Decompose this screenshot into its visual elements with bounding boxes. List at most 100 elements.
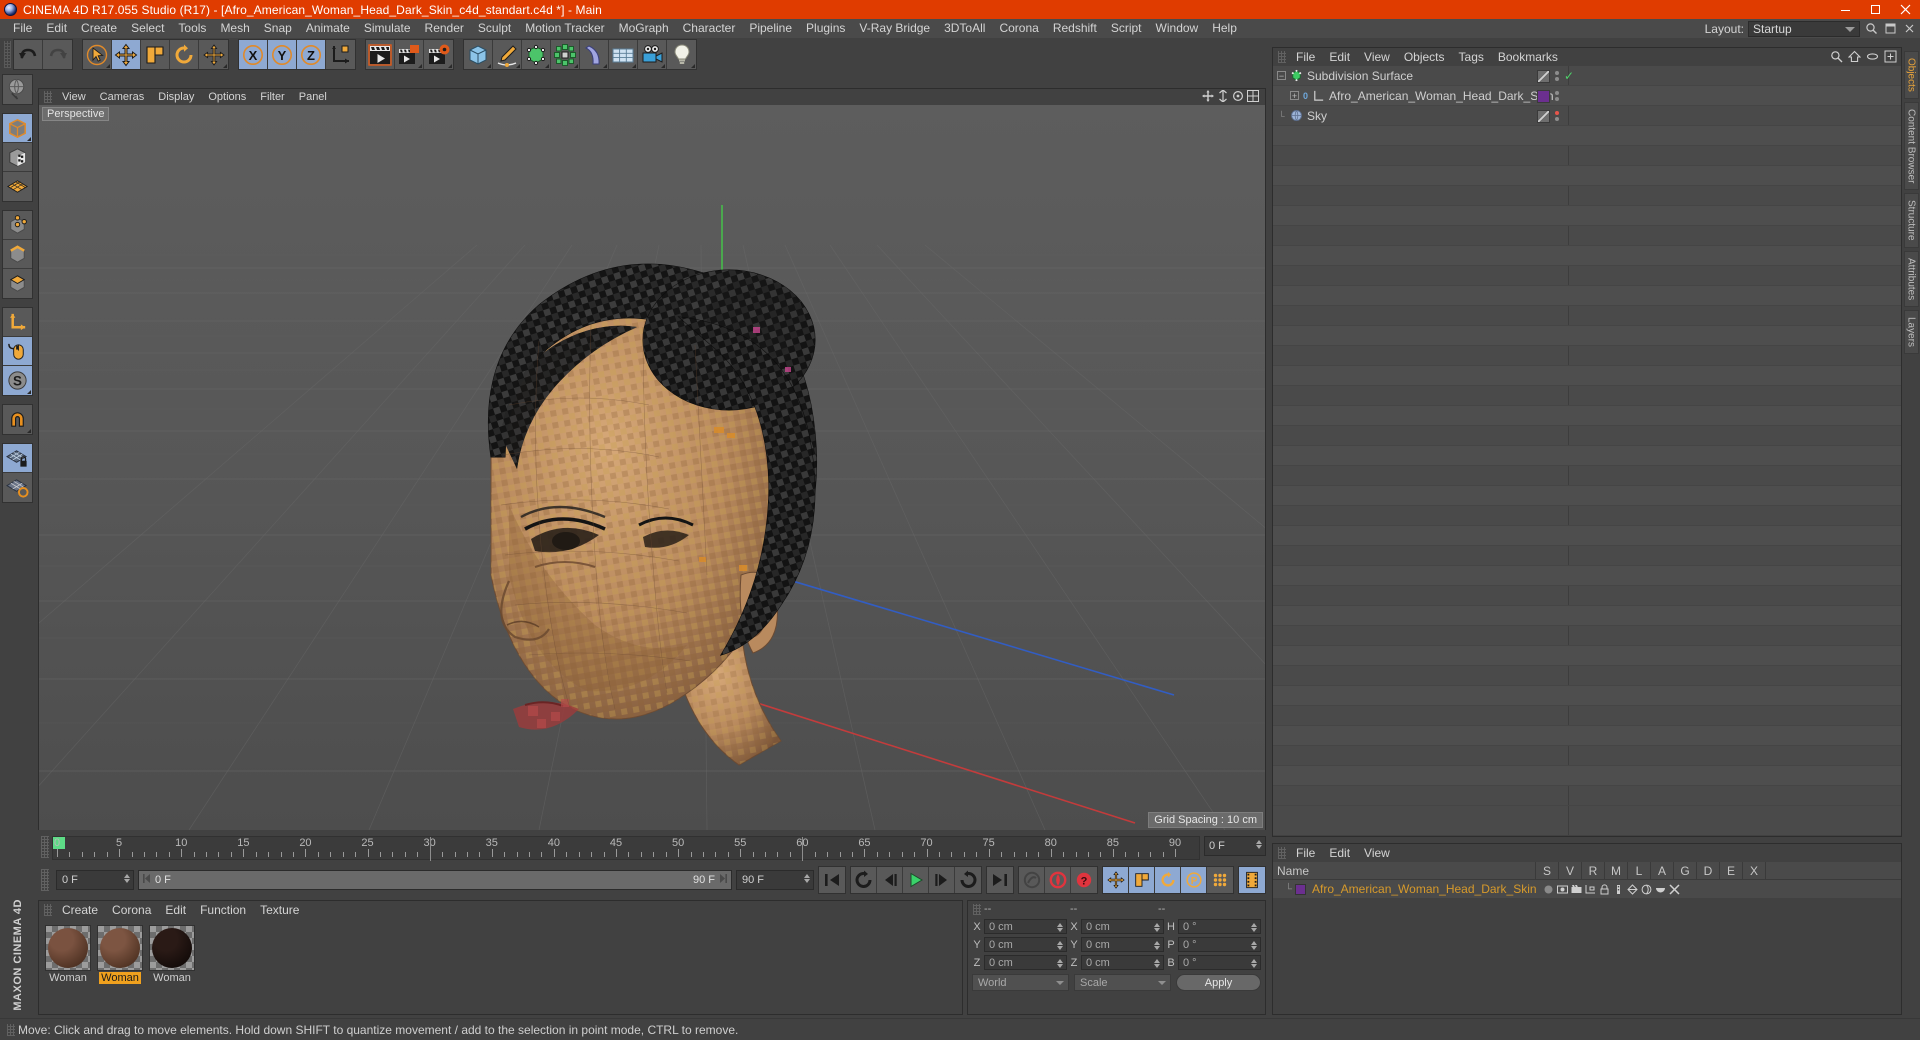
material-item[interactable]: Woman (45, 925, 91, 984)
menu-item-help[interactable]: Help (1205, 19, 1244, 38)
scale-tool-button[interactable] (141, 40, 170, 69)
coordinate-spinner[interactable] (1057, 959, 1063, 968)
menu-item-function[interactable]: Function (193, 901, 253, 919)
timeline-button[interactable] (1239, 867, 1265, 893)
play-forwards-button[interactable] (903, 867, 929, 893)
object-row[interactable]: └ Sky (1273, 106, 1901, 126)
coordinate-field-position[interactable]: 0 cm (984, 955, 1067, 970)
material-thumbnail[interactable] (45, 925, 91, 971)
menu-item-options[interactable]: Options (201, 89, 253, 105)
restore-layout-icon[interactable] (1883, 21, 1898, 36)
current-frame-field[interactable]: 0 F (56, 870, 134, 890)
menu-item-snap[interactable]: Snap (257, 19, 299, 38)
menu-item-edit[interactable]: Edit (1322, 48, 1357, 66)
menu-item-script[interactable]: Script (1104, 19, 1149, 38)
menu-item-redshift[interactable]: Redshift (1046, 19, 1104, 38)
side-tab-attributes[interactable]: Attributes (1903, 250, 1919, 308)
viewport-solo-mouse-icon[interactable] (3, 337, 32, 366)
workplane-lock-icon[interactable] (3, 444, 32, 473)
menu-item-texture[interactable]: Texture (253, 901, 306, 919)
world-object-coordinates-button[interactable] (326, 40, 355, 69)
material-tag-row[interactable]: └ Afro_American_Woman_Head_Dark_Skin (1273, 880, 1901, 898)
menu-item-objects[interactable]: Objects (1397, 48, 1452, 66)
column-l[interactable]: L (1628, 861, 1651, 880)
texture-mode-icon[interactable] (3, 143, 32, 172)
menu-item-render[interactable]: Render (418, 19, 471, 38)
coordinate-field-rotation[interactable]: 0 ° (1178, 919, 1261, 934)
coordinate-field-rotation[interactable]: 0 ° (1178, 937, 1261, 952)
timeline-frame-field[interactable]: 0 F (1204, 836, 1266, 856)
timeline-grip[interactable] (41, 836, 49, 858)
menu-item-character[interactable]: Character (676, 19, 743, 38)
coordinate-spinner[interactable] (1251, 941, 1257, 950)
toggle-views-icon[interactable] (1247, 90, 1259, 105)
side-tab-structure[interactable]: Structure (1903, 193, 1919, 248)
make-editable-icon[interactable] (3, 75, 32, 104)
polygons-mode-icon[interactable] (3, 269, 32, 298)
menu-item-view[interactable]: View (1357, 844, 1397, 862)
points-mode-icon[interactable] (3, 211, 32, 240)
menu-item-file[interactable]: File (1289, 844, 1322, 862)
range-left-arrow-icon[interactable] (143, 873, 152, 887)
menu-item-animate[interactable]: Animate (299, 19, 357, 38)
coordinate-spinner[interactable] (1154, 941, 1160, 950)
menu-item-plugins[interactable]: Plugins (799, 19, 852, 38)
material-manager-grip[interactable] (44, 904, 52, 916)
light-button[interactable] (667, 40, 696, 69)
range-right-arrow-icon[interactable] (718, 873, 727, 887)
undo-button[interactable] (14, 40, 43, 69)
select-tool-button[interactable] (83, 40, 112, 69)
side-tab-layers[interactable]: Layers (1903, 310, 1919, 355)
render-settings-button[interactable] (424, 40, 453, 69)
coordinate-field-position[interactable]: 0 cm (984, 937, 1067, 952)
end-frame-field[interactable]: 90 F (736, 870, 814, 890)
coordinate-field-size[interactable]: 0 cm (1081, 919, 1164, 934)
rotate-tool-button[interactable] (170, 40, 199, 69)
menu-item-view[interactable]: View (55, 89, 93, 105)
search-icon[interactable] (1830, 50, 1843, 66)
object-manager-grip[interactable] (1278, 51, 1286, 63)
model-mode-icon[interactable] (3, 114, 32, 143)
side-tab-objects[interactable]: Objects (1903, 51, 1919, 99)
column-x[interactable]: X (1743, 861, 1766, 880)
object-tree[interactable]: − Subdivision Surface ✓ +0 Afro_American_Wom… (1273, 66, 1901, 835)
visibility-dots[interactable] (1555, 111, 1559, 121)
go-to-start-button[interactable] (819, 867, 845, 893)
menu-item-mesh[interactable]: Mesh (213, 19, 256, 38)
menu-item-view[interactable]: View (1357, 48, 1397, 66)
material-label[interactable]: Woman (151, 972, 193, 984)
coordinate-spinner[interactable] (1057, 941, 1063, 950)
coordinate-system-dropdown[interactable]: World (972, 974, 1069, 991)
expand-panel-icon[interactable] (1884, 50, 1897, 66)
menu-item-pipeline[interactable]: Pipeline (742, 19, 799, 38)
column-e[interactable]: E (1720, 861, 1743, 880)
menu-item-panel[interactable]: Panel (292, 89, 334, 105)
workplane-mode-icon[interactable] (3, 172, 32, 201)
column-a[interactable]: A (1651, 861, 1674, 880)
tree-branch-icon[interactable]: └ (1277, 111, 1286, 120)
toolbar-grip[interactable] (4, 41, 11, 68)
menu-item-sculpt[interactable]: Sculpt (471, 19, 518, 38)
go-to-root-icon[interactable] (1847, 50, 1862, 66)
lock-x-axis-button[interactable]: X (239, 40, 268, 69)
subdivision-surface-button[interactable] (522, 40, 551, 69)
timeline-frame-spinner[interactable] (1256, 840, 1262, 849)
loop-playback-button[interactable] (955, 867, 981, 893)
visibility-dots[interactable] (1555, 71, 1559, 81)
coordinate-field-position[interactable]: 0 cm (984, 919, 1067, 934)
lock-y-axis-button[interactable]: Y (268, 40, 297, 69)
material-thumbnail[interactable] (149, 925, 195, 971)
object-row[interactable]: +0 Afro_American_Woman_Head_Dark_Skin (1273, 86, 1901, 106)
menu-item-v-ray-bridge[interactable]: V-Ray Bridge (852, 19, 937, 38)
enabled-check-icon[interactable]: ✓ (1564, 70, 1574, 82)
coordinate-spinner[interactable] (1251, 959, 1257, 968)
render-to-picture-viewer-button[interactable] (395, 40, 424, 69)
close-layout-icon[interactable] (1902, 21, 1917, 36)
menu-item-filter[interactable]: Filter (253, 89, 291, 105)
floor-environment-button[interactable] (609, 40, 638, 69)
frame-range-slider[interactable]: 0 F 90 F (138, 870, 732, 890)
material-thumbnail[interactable] (97, 925, 143, 971)
side-tab-content-browser[interactable]: Content Browser (1903, 101, 1919, 191)
coordinate-spinner[interactable] (1154, 923, 1160, 932)
workplane-mode2-icon[interactable] (3, 473, 32, 502)
